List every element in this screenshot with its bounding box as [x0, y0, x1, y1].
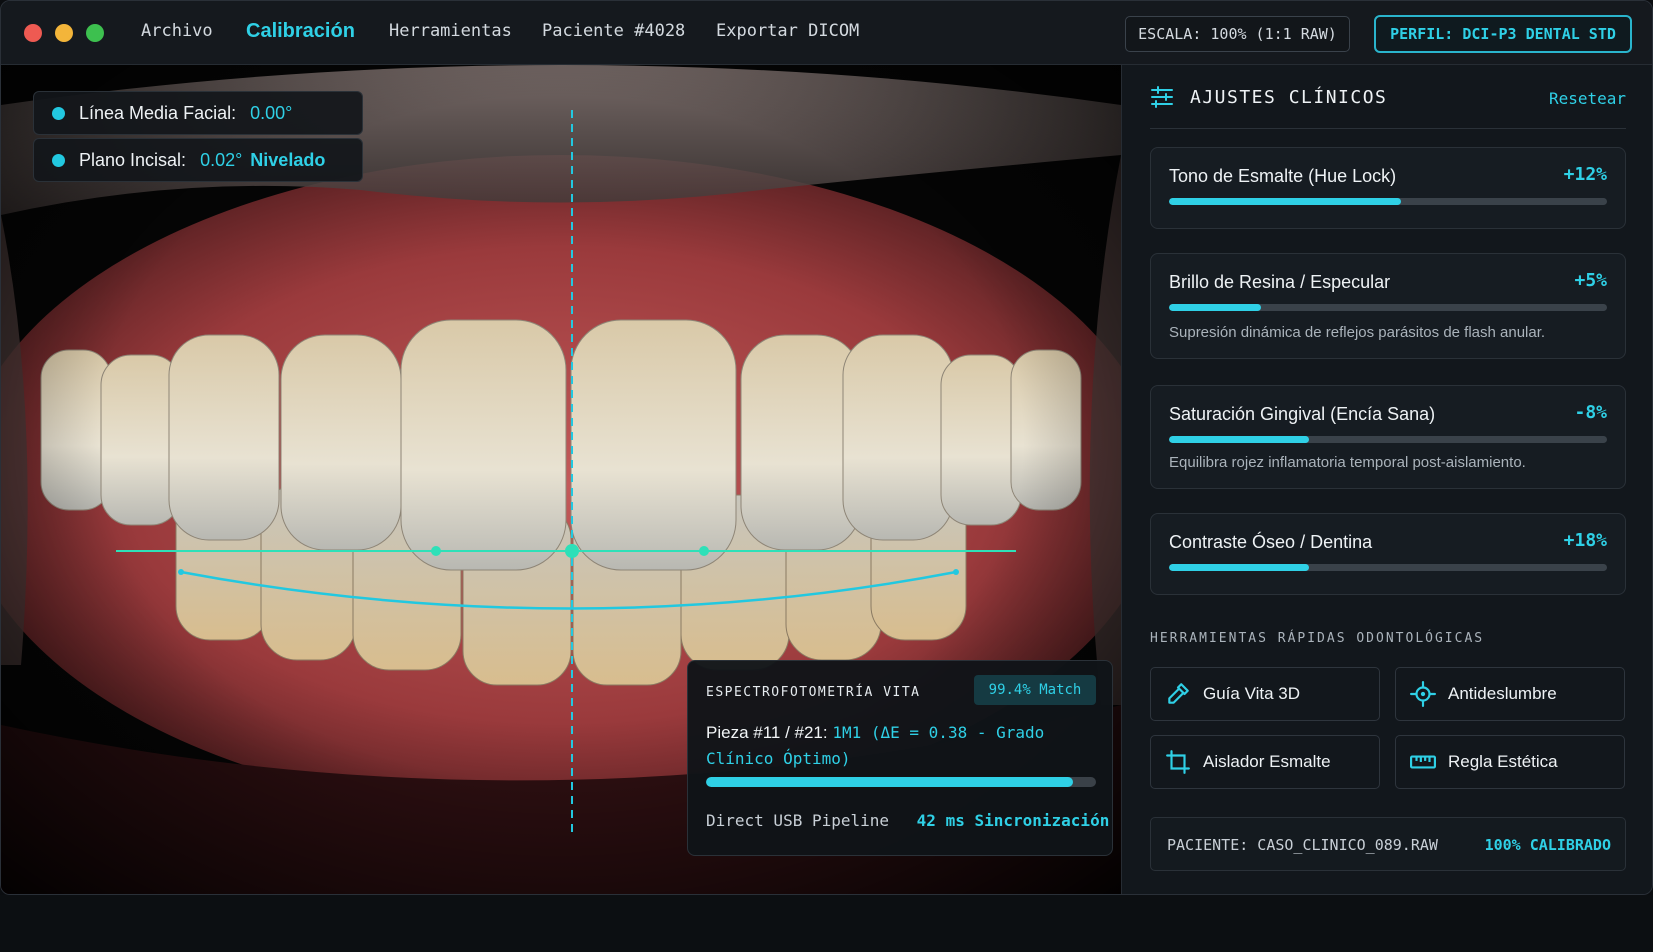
adjustment-card-gingival-saturation: Saturación Gingival (Encía Sana) -8% Equ… [1150, 385, 1626, 489]
adjustment-card-resin-brightness: Brillo de Resina / Especular +5% Supresi… [1150, 253, 1626, 359]
adjustment-slider[interactable] [1169, 304, 1607, 311]
status-dot-icon [52, 153, 65, 167]
adjustment-slider[interactable] [1169, 564, 1607, 571]
anti-glare-button[interactable]: Antideslumbre [1395, 667, 1625, 721]
adjustment-value: -8% [1574, 402, 1607, 423]
top-bar: Archivo Calibración Herramientas Pacient… [1, 1, 1652, 65]
adjustment-label: Brillo de Resina / Especular [1169, 272, 1391, 292]
adjustment-slider[interactable] [1169, 198, 1607, 205]
scale-badge: ESCALA: 100% (1:1 RAW) [1125, 16, 1350, 52]
close-window-button[interactable] [24, 24, 42, 42]
dental-photo-viewport[interactable]: Línea Media Facial: 0.00° Plano Incisal:… [1, 65, 1121, 894]
adjustment-slider-fill [1169, 198, 1402, 205]
menu-archivo[interactable]: Archivo [141, 21, 213, 41]
spectrophotometry-card: ESPECTROFOTOMETRÍA VITA 99.4% Match Piez… [687, 660, 1113, 856]
adjustment-label: Contraste Óseo / Dentina [1169, 532, 1373, 552]
menu-herramientas[interactable]: Herramientas [389, 21, 512, 41]
tool-label: Antideslumbre [1448, 684, 1557, 703]
menu-exportar-dicom[interactable]: Exportar DICOM [716, 21, 859, 41]
incisal-status: Nivelado [250, 149, 326, 170]
profile-button[interactable]: PERFIL: DCI-P3 DENTAL STD [1374, 15, 1632, 53]
minimize-window-button[interactable] [55, 24, 73, 42]
match-progress-bar [706, 777, 1096, 787]
enamel-isolator-button[interactable]: Aislador Esmalte [1150, 735, 1380, 789]
adjustment-value: +5% [1574, 270, 1607, 291]
spectro-title: ESPECTROFOTOMETRÍA VITA [706, 685, 921, 700]
patient-status-bar: PACIENTE: CASO_CLINICO_089.RAW 100% CALI… [1150, 817, 1626, 871]
menu-calibracion[interactable]: Calibración [246, 20, 355, 43]
maximize-window-button[interactable] [86, 24, 104, 42]
status-dot-icon [52, 106, 65, 120]
spectro-result-line1: Pieza #11 / #21: 1M1 (ΔE = 0.38 - Grado [706, 723, 1044, 743]
adjustment-card-bone-contrast: Contraste Óseo / Dentina +18% [1150, 513, 1626, 595]
adjustment-description: Supresión dinámica de reflejos parásitos… [1169, 324, 1546, 341]
pipeline-value: 42 ms Sincronización [916, 811, 1110, 830]
adjustment-slider[interactable] [1169, 436, 1607, 443]
panel-header: AJUSTES CLÍNICOS Resetear [1150, 85, 1626, 129]
midline-value: 0.00° [250, 102, 293, 123]
adjustment-slider-fill [1169, 436, 1310, 443]
pipeline-label: Direct USB Pipeline [706, 811, 890, 830]
match-progress-fill [706, 777, 1073, 787]
midline-label: Línea Media Facial: [79, 102, 237, 123]
adjustment-label: Saturación Gingival (Encía Sana) [1169, 404, 1436, 424]
adjustment-slider-fill [1169, 564, 1310, 571]
aesthetic-ruler-button[interactable]: Regla Estética [1395, 735, 1625, 789]
incisal-value: 0.02° [200, 149, 243, 170]
pipeline-status: Direct USB Pipeline 42 ms Sincronización [706, 811, 1109, 830]
match-badge: 99.4% Match [974, 675, 1096, 705]
adjustment-value: +18% [1563, 530, 1607, 551]
adjustment-value: +12% [1563, 164, 1607, 185]
spectro-result-line2: Clínico Óptimo) [706, 749, 851, 768]
app-window: Archivo Calibración Herramientas Pacient… [0, 0, 1653, 895]
calibration-status: 100% CALIBRADO [1484, 836, 1611, 854]
tool-label: Guía Vita 3D [1203, 684, 1301, 703]
incisal-label: Plano Incisal: [79, 149, 187, 170]
tool-label: Aislador Esmalte [1203, 752, 1331, 771]
vita-guide-button[interactable]: Guía Vita 3D [1150, 667, 1380, 721]
adjustment-slider-fill [1169, 304, 1261, 311]
adjustment-label: Tono de Esmalte (Hue Lock) [1169, 166, 1397, 186]
crosshair-icon [1410, 681, 1436, 707]
shade-result: 1M1 (ΔE = 0.38 - Grado [832, 723, 1045, 742]
patient-file-name: PACIENTE: CASO_CLINICO_089.RAW [1167, 836, 1438, 854]
menu-paciente[interactable]: Paciente #4028 [542, 21, 685, 41]
eyedropper-icon [1168, 683, 1189, 704]
piece-label: Pieza #11 / #21: [706, 723, 828, 742]
midline-readout: Línea Media Facial: 0.00° [33, 91, 363, 135]
quick-tools-title: HERRAMIENTAS RÁPIDAS ODONTOLÓGICAS [1150, 631, 1485, 646]
adjustment-description: Equilibra rojez inflamatoria temporal po… [1169, 454, 1526, 471]
ruler-icon [1410, 755, 1436, 769]
panel-title: AJUSTES CLÍNICOS [1190, 87, 1388, 108]
sliders-icon [1151, 86, 1173, 108]
desktop-background [0, 895, 1653, 952]
incisal-readout: Plano Incisal: 0.02° Nivelado [33, 138, 363, 182]
tool-label: Regla Estética [1448, 752, 1558, 771]
crop-icon [1166, 750, 1190, 774]
clinical-settings-panel: AJUSTES CLÍNICOS Resetear Tono de Esmalt… [1121, 65, 1652, 894]
adjustment-card-enamel-hue: Tono de Esmalte (Hue Lock) +12% [1150, 147, 1626, 229]
reset-button[interactable]: Resetear [1549, 89, 1626, 108]
